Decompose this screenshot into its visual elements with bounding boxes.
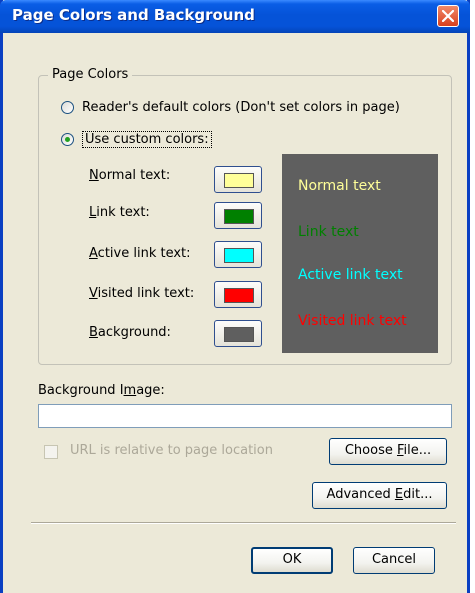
page-colors-legend: Page Colors: [48, 67, 133, 82]
custom-colors-label: Use custom colors:: [82, 131, 212, 148]
ok-button[interactable]: OK: [251, 547, 333, 574]
url-relative-checkbox[interactable]: [44, 445, 58, 459]
title-bar[interactable]: Page Colors and Background: [0, 0, 470, 33]
default-colors-label: Reader's default colors (Don't set color…: [82, 100, 400, 115]
active-link-text-swatch: [224, 248, 254, 263]
close-button[interactable]: [437, 5, 459, 27]
choose-file-button[interactable]: Choose File...: [329, 438, 447, 465]
background-image-input[interactable]: [38, 404, 452, 428]
visited-link-text-label: Visited link text:: [89, 286, 195, 301]
background-image-label: Background Image:: [38, 383, 165, 398]
color-preview-panel: Normal text Link text Active link text V…: [282, 154, 438, 353]
url-relative-label: URL is relative to page location: [70, 443, 273, 458]
preview-active-link-text: Active link text: [298, 267, 403, 283]
preview-visited-link-text: Visited link text: [298, 313, 407, 329]
link-text-label: Link text:: [89, 205, 150, 220]
default-colors-radio-row[interactable]: Reader's default colors (Don't set color…: [61, 100, 400, 115]
custom-colors-radio[interactable]: [61, 133, 74, 146]
radio-selected-dot: [65, 137, 70, 142]
background-color-button[interactable]: [214, 320, 262, 347]
preview-link-text: Link text: [298, 224, 359, 240]
default-colors-radio[interactable]: [61, 101, 74, 114]
background-label: Background:: [89, 325, 171, 340]
active-link-text-color-button[interactable]: [214, 241, 262, 268]
advanced-edit-button[interactable]: Advanced Edit...: [312, 482, 447, 509]
link-text-color-button[interactable]: [214, 202, 262, 229]
dialog-title: Page Colors and Background: [12, 6, 255, 24]
visited-link-text-swatch: [224, 288, 254, 303]
normal-text-swatch: [224, 173, 254, 188]
normal-text-label: Normal text:: [89, 168, 171, 183]
normal-text-color-button[interactable]: [214, 166, 262, 193]
cancel-button[interactable]: Cancel: [353, 547, 435, 574]
divider: [31, 522, 456, 524]
active-link-text-label: Active link text:: [89, 246, 191, 261]
preview-normal-text: Normal text: [298, 178, 381, 194]
custom-colors-radio-row[interactable]: Use custom colors:: [61, 131, 212, 148]
close-icon: [442, 10, 454, 22]
background-swatch: [224, 327, 254, 342]
visited-link-text-color-button[interactable]: [214, 281, 262, 308]
link-text-swatch: [224, 209, 254, 224]
